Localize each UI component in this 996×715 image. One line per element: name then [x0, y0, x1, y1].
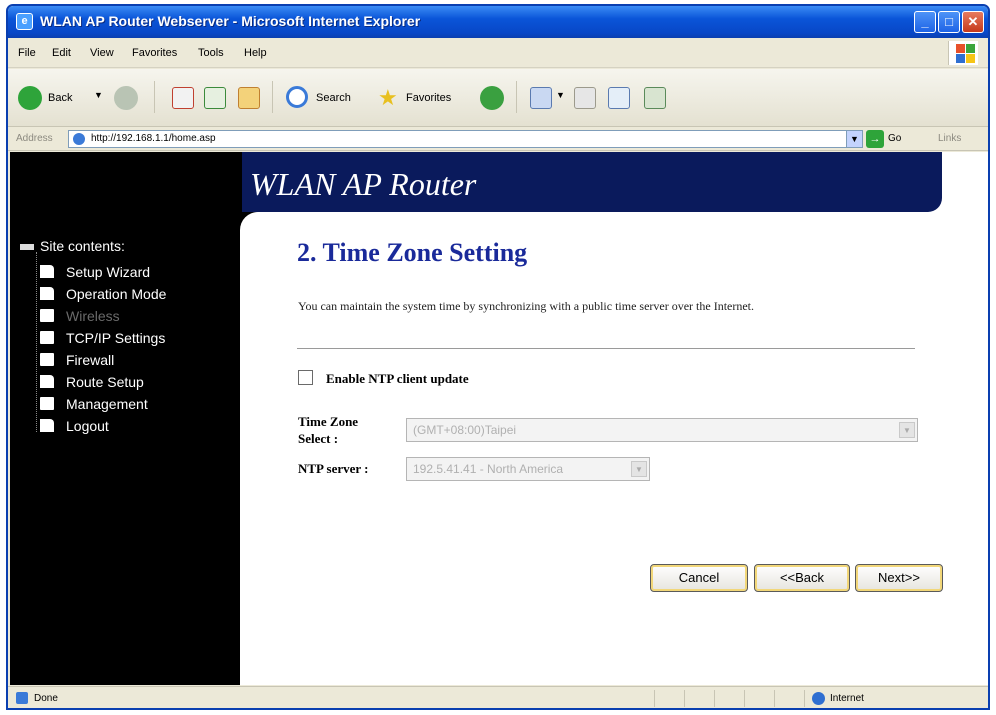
search-button[interactable]: Search	[316, 92, 351, 104]
go-button[interactable]: Go	[888, 133, 901, 144]
page-done-icon	[16, 692, 28, 704]
enable-ntp-checkbox[interactable]	[298, 370, 313, 385]
favorites-star-icon[interactable]: ★	[378, 85, 398, 111]
page-globe-icon	[73, 133, 85, 145]
address-bar: Address http://192.168.1.1/home.asp ▼ → …	[8, 127, 988, 151]
page-content: WLAN AP Router Site contents: Setup Wiza…	[10, 152, 988, 685]
sidebar-item-label: Firewall	[66, 352, 115, 368]
sidebar-item-label: Route Setup	[66, 374, 144, 390]
folder-icon	[40, 397, 54, 410]
banner-left	[10, 152, 242, 232]
maximize-button[interactable]: □	[938, 11, 960, 33]
menu-bar: File Edit View Favorites Tools Help	[8, 38, 988, 68]
security-zone: Internet	[830, 693, 864, 704]
sidebar-item-label: Setup Wizard	[66, 264, 151, 280]
sidebar-item-label: Operation Mode	[66, 286, 167, 302]
toolbar-separator	[272, 81, 273, 113]
page-icon	[40, 419, 54, 432]
back-dropdown-icon[interactable]: ▼	[94, 90, 103, 100]
print-icon[interactable]	[574, 87, 596, 109]
cancel-button[interactable]: Cancel	[650, 564, 748, 592]
address-url: http://192.168.1.1/home.asp	[91, 133, 216, 144]
menu-help[interactable]: Help	[244, 47, 267, 59]
status-divider	[714, 690, 715, 707]
timezone-select[interactable]: (GMT+08:00)Taipei ▼	[406, 418, 918, 442]
timezone-label-line1: Time Zone	[298, 414, 359, 429]
status-text: Done	[34, 693, 58, 704]
site-contents-icon	[20, 244, 34, 250]
forward-arrow-icon[interactable]	[114, 86, 138, 110]
sidebar-item-label: Wireless	[66, 308, 120, 324]
next-step-button[interactable]: Next>>	[855, 564, 943, 592]
page-icon	[40, 287, 54, 300]
site-contents-title: Site contents:	[40, 238, 125, 254]
minimize-button[interactable]: _	[914, 11, 936, 33]
menu-view[interactable]: View	[90, 47, 114, 59]
menu-edit[interactable]: Edit	[52, 47, 71, 59]
back-step-button[interactable]: <<Back	[754, 564, 850, 592]
page-title: 2. Time Zone Setting	[297, 238, 528, 267]
page-icon	[40, 265, 54, 278]
chevron-down-icon: ▼	[899, 422, 915, 438]
enable-ntp-label: Enable NTP client update	[326, 371, 469, 386]
ie-window: e WLAN AP Router Webserver - Microsoft I…	[6, 4, 990, 710]
sidebar-item-label: Management	[66, 396, 148, 412]
ntp-server-label: NTP server :	[298, 461, 369, 476]
history-icon[interactable]	[480, 86, 504, 110]
stop-icon[interactable]	[172, 87, 194, 109]
tree-line	[36, 252, 37, 432]
ntp-server-value: 192.5.41.41 - North America	[413, 462, 564, 476]
mail-icon[interactable]	[530, 87, 552, 109]
toolbar: Back ▼ Search ★ Favorites ▼	[8, 69, 988, 127]
refresh-icon[interactable]	[204, 87, 226, 109]
edit-icon[interactable]	[608, 87, 630, 109]
internet-globe-icon	[812, 692, 825, 705]
folder-icon	[40, 309, 54, 322]
divider	[297, 348, 915, 349]
status-divider	[684, 690, 685, 707]
chevron-down-icon: ▼	[631, 461, 647, 477]
back-arrow-icon[interactable]	[18, 86, 42, 110]
home-icon[interactable]	[238, 87, 260, 109]
timezone-value: (GMT+08:00)Taipei	[413, 423, 517, 437]
address-input[interactable]: http://192.168.1.1/home.asp ▼	[68, 130, 863, 148]
timezone-label-line2: Select :	[298, 431, 339, 446]
window-title: WLAN AP Router Webserver - Microsoft Int…	[40, 13, 421, 29]
address-dropdown-icon[interactable]: ▼	[846, 131, 862, 147]
title-bar[interactable]: e WLAN AP Router Webserver - Microsoft I…	[8, 6, 988, 38]
favorites-button[interactable]: Favorites	[406, 92, 451, 104]
sidebar-item-label: TCP/IP Settings	[66, 330, 166, 346]
ie-icon: e	[16, 13, 33, 30]
page-icon	[40, 375, 54, 388]
messenger-icon[interactable]	[644, 87, 666, 109]
status-divider	[744, 690, 745, 707]
menu-file[interactable]: File	[18, 47, 36, 59]
ntp-server-select[interactable]: 192.5.41.41 - North America ▼	[406, 457, 650, 481]
status-divider	[774, 690, 775, 707]
toolbar-separator	[154, 81, 155, 113]
folder-icon	[40, 353, 54, 366]
links-button[interactable]: Links	[938, 133, 961, 144]
banner-title: WLAN AP Router	[250, 166, 477, 202]
folder-icon	[40, 331, 54, 344]
mail-dropdown-icon[interactable]: ▼	[556, 90, 565, 100]
close-button[interactable]: ✕	[962, 11, 984, 33]
status-divider	[804, 690, 805, 707]
menu-tools[interactable]: Tools	[198, 47, 224, 59]
sidebar-item-label: Logout	[66, 418, 109, 434]
status-divider	[654, 690, 655, 707]
toolbar-separator	[516, 81, 517, 113]
back-button[interactable]: Back	[48, 92, 72, 104]
status-bar: Done Internet	[8, 686, 988, 708]
go-arrow-icon[interactable]: →	[866, 130, 884, 148]
search-icon[interactable]	[286, 86, 308, 108]
address-label: Address	[16, 133, 53, 144]
menu-favorites[interactable]: Favorites	[132, 47, 177, 59]
page-description: You can maintain the system time by sync…	[298, 299, 755, 313]
windows-logo-icon	[948, 41, 978, 65]
